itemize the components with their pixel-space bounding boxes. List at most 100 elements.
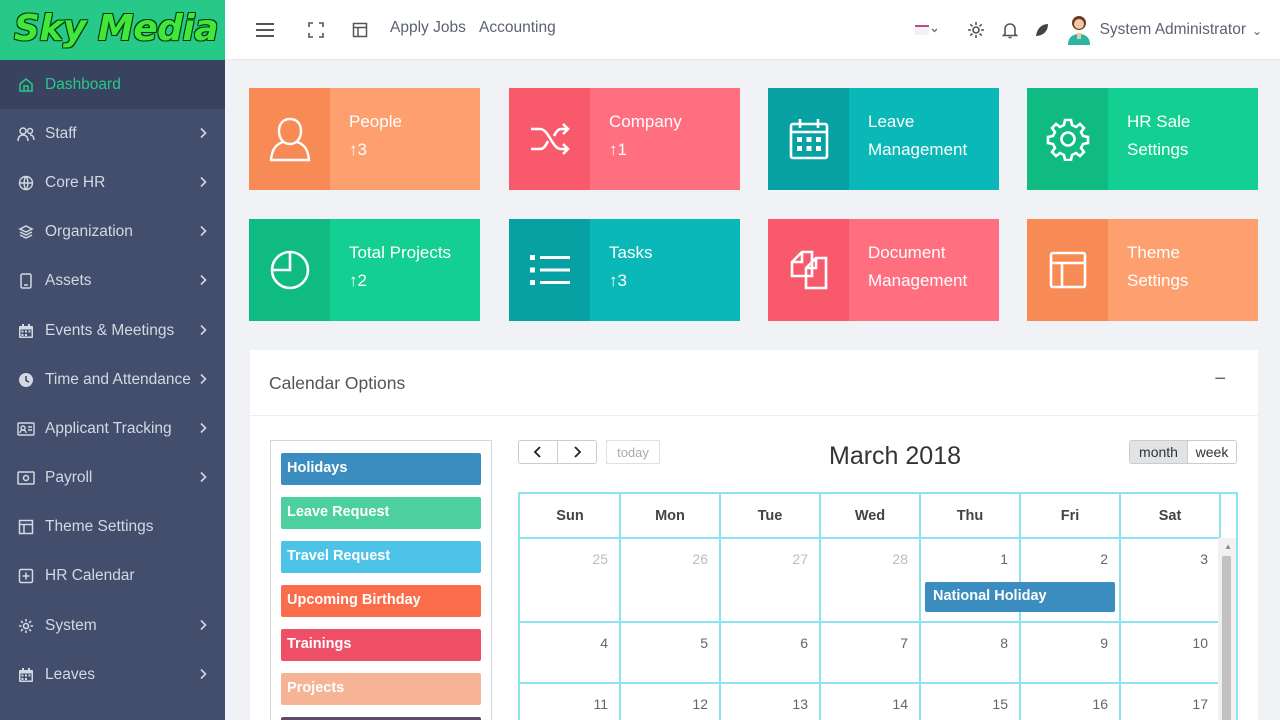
grid-column-line: [719, 494, 721, 720]
watermark-text: Sky Media: [14, 8, 219, 49]
day-number[interactable]: 15: [968, 696, 1008, 712]
day-number[interactable]: 17: [1168, 696, 1208, 712]
tile-subtitle: Settings: [1127, 140, 1189, 159]
sidebar-item-organization[interactable]: Organization: [0, 208, 225, 257]
fullscreen-icon[interactable]: [305, 19, 327, 41]
tile-subtitle: ↑2: [349, 271, 367, 290]
day-number[interactable]: 6: [768, 635, 808, 651]
chevron-right-icon: [200, 126, 207, 141]
week-view-button[interactable]: week: [1187, 440, 1237, 464]
sidebar-item-theme-settings[interactable]: Theme Settings: [0, 503, 225, 552]
user-name[interactable]: System Administrator: [1100, 21, 1246, 39]
weekday-header: Thu: [956, 508, 984, 524]
chevron-right-icon: [200, 225, 207, 240]
weekday-header: Sat: [1158, 508, 1182, 524]
tile-tasks[interactable]: Tasks ↑3: [509, 219, 740, 321]
chevron-down-icon[interactable]: ⌄: [1252, 24, 1262, 38]
legend-trainings[interactable]: Trainings: [281, 629, 481, 661]
tile-text: Theme Settings: [1108, 219, 1188, 321]
hamburger-menu-icon[interactable]: [255, 19, 277, 41]
day-number[interactable]: 10: [1168, 635, 1208, 651]
minimize-button[interactable]: −: [1214, 368, 1226, 391]
sidebar-item-hr-calendar[interactable]: HR Calendar: [0, 552, 225, 601]
tile-text: Company ↑1: [590, 88, 682, 190]
legend-holidays[interactable]: Holidays: [281, 453, 481, 485]
sidebar-item-payroll[interactable]: Payroll: [0, 454, 225, 503]
day-number[interactable]: 3: [1168, 551, 1208, 567]
panel-header: Calendar Options −: [250, 350, 1258, 416]
day-number[interactable]: 8: [968, 635, 1008, 651]
sidebar-item-applicant-tracking[interactable]: Applicant Tracking: [0, 404, 225, 453]
today-button[interactable]: today: [606, 440, 660, 464]
day-number[interactable]: 2: [1068, 551, 1108, 567]
tile-people[interactable]: People ↑3: [249, 88, 480, 190]
weekday-header: Wed: [854, 508, 886, 524]
settings-gear-icon[interactable]: [965, 19, 987, 41]
tile-document[interactable]: Document Management: [768, 219, 999, 321]
notification-bell-icon[interactable]: [999, 19, 1021, 41]
sidebar-item-system[interactable]: System: [0, 601, 225, 650]
sidebar-item-dashboard[interactable]: Dashboard: [0, 60, 225, 110]
day-number[interactable]: 12: [668, 696, 708, 712]
sidebar-item-leaves[interactable]: Leaves: [0, 650, 225, 699]
calendar-icon: [768, 88, 849, 190]
chevron-right-icon: [200, 175, 207, 190]
grid-column-line: [619, 494, 621, 720]
weekday-header: Mon: [655, 508, 685, 524]
day-number[interactable]: 4: [568, 635, 608, 651]
month-view-button[interactable]: month: [1129, 440, 1188, 464]
accounting-link[interactable]: Accounting: [479, 19, 556, 37]
tile-hr-sale[interactable]: HR Sale Settings: [1027, 88, 1258, 190]
language-flag-icon[interactable]: [915, 19, 937, 41]
legend-upcoming-birthday[interactable]: Upcoming Birthday: [281, 585, 481, 617]
day-number[interactable]: 1: [968, 551, 1008, 567]
scrollbar-thumb[interactable]: [1222, 556, 1231, 720]
layout-icon[interactable]: [349, 19, 371, 41]
sidebar-item-core-hr[interactable]: Core HR: [0, 158, 225, 207]
legend-projects[interactable]: Projects: [281, 673, 481, 705]
user-icon: [249, 88, 330, 190]
sidebar-item-label: Core HR: [45, 173, 106, 191]
sidebar-item-time-and-attendance[interactable]: Time and Attendance: [0, 355, 225, 404]
day-number[interactable]: 9: [1068, 635, 1108, 651]
leaf-icon[interactable]: [1031, 19, 1053, 41]
next-month-button[interactable]: [557, 440, 597, 464]
tile-leave[interactable]: Leave Management: [768, 88, 999, 190]
user-avatar[interactable]: [1065, 12, 1093, 46]
calendar-legend: Holidays Leave Request Travel Request Upcom…: [270, 440, 492, 720]
chevron-right-icon: [200, 618, 207, 633]
day-number[interactable]: 26: [668, 551, 708, 567]
pie-chart-icon: [249, 219, 330, 321]
tile-theme[interactable]: Theme Settings: [1027, 219, 1258, 321]
sidebar-item-label: HR Calendar: [45, 567, 135, 585]
sidebar-item-events-meetings[interactable]: Events & Meetings: [0, 306, 225, 355]
apply-jobs-link[interactable]: Apply Jobs: [390, 19, 466, 37]
tile-total-projects[interactable]: Total Projects ↑2: [249, 219, 480, 321]
prev-month-button[interactable]: [518, 440, 558, 464]
shuffle-icon: [509, 88, 590, 190]
day-number[interactable]: 5: [668, 635, 708, 651]
tile-company[interactable]: Company ↑1: [509, 88, 740, 190]
sidebar-item-assets[interactable]: Assets: [0, 257, 225, 306]
legend-leave-request[interactable]: Leave Request: [281, 497, 481, 529]
calendar-title: March 2018: [829, 442, 962, 470]
chevron-right-icon: [200, 274, 207, 289]
sidebar-item-staff[interactable]: Staff: [0, 109, 225, 158]
grid-row-line: [520, 621, 1220, 623]
users-icon: [17, 125, 35, 143]
day-number[interactable]: 16: [1068, 696, 1108, 712]
scroll-up-icon[interactable]: ▲: [1224, 542, 1232, 551]
day-number[interactable]: 28: [868, 551, 908, 567]
legend-travel-request[interactable]: Travel Request: [281, 541, 481, 573]
day-number[interactable]: 25: [568, 551, 608, 567]
day-number[interactable]: 27: [768, 551, 808, 567]
day-number[interactable]: 7: [868, 635, 908, 651]
list-icon: [509, 219, 590, 321]
grid-column-line: [1119, 494, 1121, 720]
grid-row-line: [520, 537, 1220, 539]
gear-icon: [1027, 88, 1108, 190]
day-number[interactable]: 11: [568, 696, 608, 712]
day-number[interactable]: 13: [768, 696, 808, 712]
day-number[interactable]: 14: [868, 696, 908, 712]
calendar-event[interactable]: National Holiday: [925, 582, 1115, 612]
